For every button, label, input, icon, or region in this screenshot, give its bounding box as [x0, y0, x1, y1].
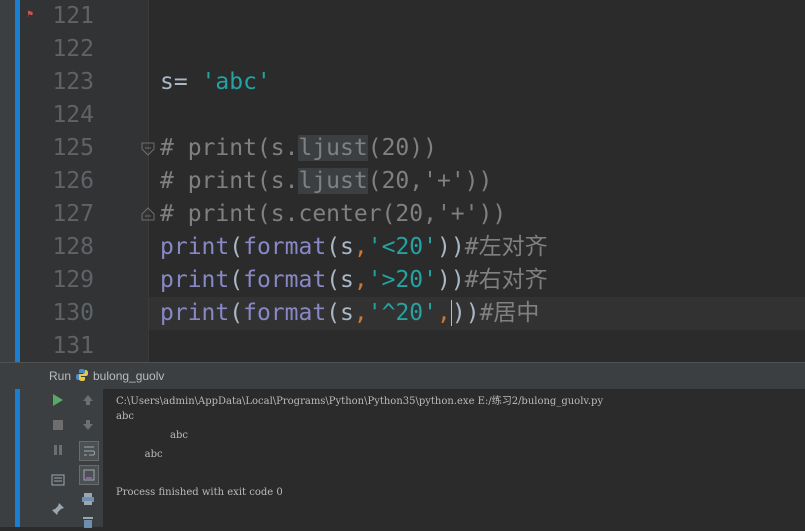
- console-line: abc: [116, 449, 163, 460]
- left-tool-stripe: [0, 0, 20, 362]
- comma: ,: [353, 267, 368, 293]
- comment-text: #右对齐: [464, 267, 548, 293]
- builtin-print: print: [160, 300, 230, 326]
- comment-text: # print(s.: [160, 135, 299, 161]
- structure-icon[interactable]: ⚑: [27, 8, 37, 22]
- code-text: (s: [326, 267, 354, 293]
- console-output[interactable]: C:\Users\admin\AppData\Local\Programs\Py…: [103, 389, 805, 527]
- pause-icon[interactable]: [49, 441, 67, 459]
- comment-text: (20)): [367, 135, 437, 161]
- soft-wrap-icon[interactable]: [79, 441, 99, 461]
- comment-text: # print(s.center(20,'+')): [160, 201, 507, 227]
- comment-text: # print(s.: [160, 168, 299, 194]
- line-number: 125: [52, 135, 94, 161]
- line-number: 126: [52, 168, 94, 194]
- code-text: s=: [160, 69, 202, 95]
- string-literal: '<20': [367, 234, 438, 260]
- trash-icon[interactable]: [79, 513, 97, 531]
- string-literal: '^20': [367, 300, 438, 326]
- builtin-format: format: [243, 267, 327, 293]
- run-config-name[interactable]: bulong_guolv: [93, 369, 164, 383]
- run-tab-label[interactable]: Run: [49, 369, 71, 383]
- fold-end-icon[interactable]: [141, 207, 155, 221]
- run-toolbar: [0, 389, 103, 528]
- line-number: 130: [52, 300, 94, 326]
- dump-icon[interactable]: [49, 471, 67, 489]
- code-line-129[interactable]: print(format(s,'>20'))#右对齐: [160, 264, 548, 297]
- line-number: 122: [52, 36, 94, 62]
- pin-icon[interactable]: [49, 500, 67, 518]
- console-line: abc: [116, 430, 189, 441]
- stop-icon[interactable]: [49, 416, 67, 434]
- builtin-format: format: [243, 234, 327, 260]
- console-line: C:\Users\admin\AppData\Local\Programs\Py…: [116, 396, 604, 407]
- fold-start-icon[interactable]: [141, 142, 155, 156]
- highlighted-identifier: ljust: [298, 168, 368, 194]
- code-line-126[interactable]: # print(s.ljust(20,'+')): [160, 165, 492, 198]
- paren: )): [437, 234, 465, 260]
- comment-text: #左对齐: [464, 234, 548, 260]
- code-editor[interactable]: ⚑ 121 122 123 124 125 126 127 128 129 13…: [0, 0, 805, 362]
- comma: ,: [437, 300, 451, 326]
- paren: (: [229, 234, 244, 260]
- run-icon[interactable]: [49, 391, 67, 409]
- up-arrow-icon[interactable]: [79, 391, 97, 409]
- builtin-print: print: [160, 267, 230, 293]
- comma: ,: [353, 234, 368, 260]
- code-line-125[interactable]: # print(s.ljust(20)): [160, 132, 437, 165]
- scroll-to-end-icon[interactable]: [79, 465, 99, 485]
- comment-text: #居中: [479, 300, 540, 326]
- code-text: (s: [326, 300, 354, 326]
- line-number: 128: [52, 234, 94, 260]
- code-line-128[interactable]: print(format(s,'<20'))#左对齐: [160, 231, 548, 264]
- highlighted-identifier: ljust: [298, 135, 368, 161]
- line-number: 131: [52, 333, 94, 359]
- run-panel-header: Run bulong_guolv: [0, 362, 805, 389]
- code-line-127[interactable]: # print(s.center(20,'+')): [160, 198, 506, 231]
- string-literal: '>20': [367, 267, 438, 293]
- code-line-123[interactable]: s= 'abc': [160, 66, 271, 99]
- code-line-130[interactable]: print(format(s,'^20',))#居中: [160, 297, 539, 330]
- down-arrow-icon[interactable]: [79, 416, 97, 434]
- paren: (: [229, 300, 244, 326]
- run-accent-bar: [15, 389, 20, 527]
- paren: )): [450, 300, 480, 326]
- code-text: (s: [326, 234, 354, 260]
- run-toolbar-stripe: [0, 389, 15, 527]
- console-line: Process finished with exit code 0: [116, 487, 283, 498]
- line-number: 129: [52, 267, 94, 293]
- paren: )): [437, 267, 465, 293]
- string-literal: 'abc': [201, 69, 271, 95]
- python-icon: [76, 369, 88, 381]
- line-number: 124: [52, 102, 94, 128]
- print-icon[interactable]: [79, 490, 97, 508]
- builtin-print: print: [160, 234, 230, 260]
- console-line: abc: [116, 411, 134, 422]
- paren: (: [229, 267, 244, 293]
- comma: ,: [353, 300, 368, 326]
- line-number: 121: [52, 3, 94, 29]
- builtin-format: format: [243, 300, 327, 326]
- line-number: 127: [52, 201, 94, 227]
- comment-text: (20,'+')): [367, 168, 493, 194]
- line-number: 123: [52, 69, 94, 95]
